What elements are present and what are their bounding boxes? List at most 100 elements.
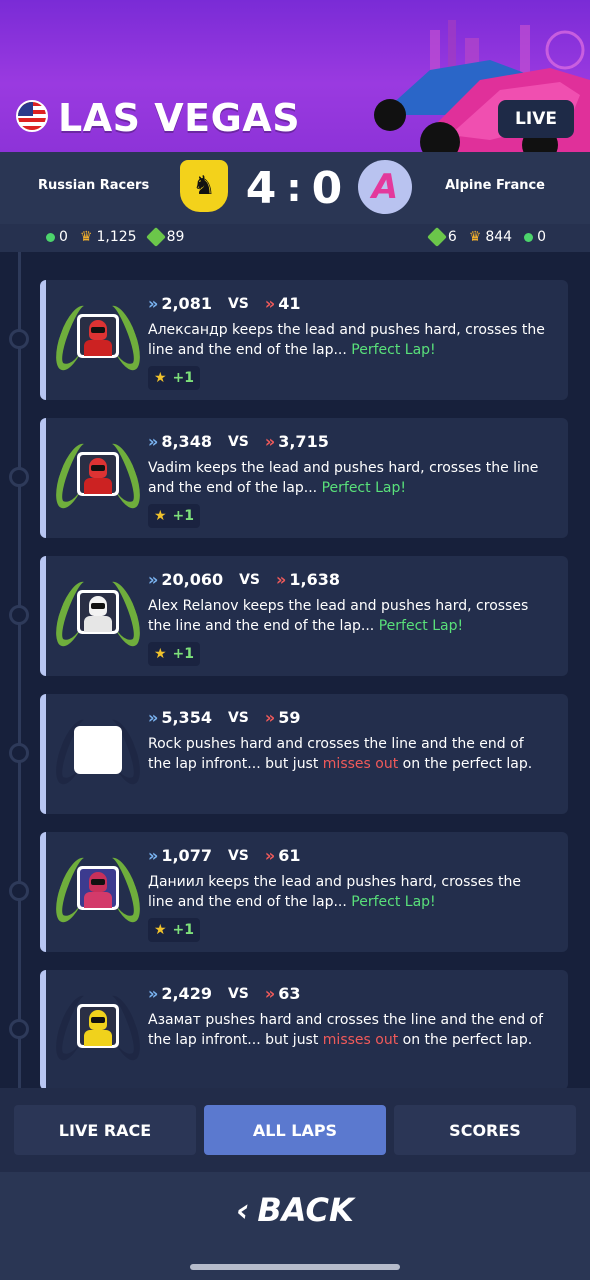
vs-label: VS [227, 985, 249, 1002]
back-label: BACK [257, 1191, 354, 1229]
double-chevron-right-icon: » [264, 846, 275, 865]
double-chevron-right-icon: » [148, 294, 158, 313]
lap-text: Alex Relanov keeps the lead and pushes h… [148, 598, 529, 634]
alpine-logo-icon: A [358, 160, 412, 214]
lap-card[interactable]: » 5,354 VS» 59 Rock pushes hard and crosses … [40, 694, 568, 814]
double-chevron-right-icon: » [148, 570, 158, 589]
laurel-badge-icon [49, 438, 147, 514]
gem-icon [145, 227, 166, 247]
double-chevron-right-icon: » [148, 846, 158, 865]
driver-avatar [77, 866, 119, 910]
away-gem-count: 6 [447, 229, 457, 245]
horse-logo-icon: ♞ [180, 160, 228, 212]
crown-icon: ♛ [468, 229, 482, 245]
away-speed: 3,715 [278, 432, 329, 451]
lap-text-tail: on the perfect lap. [398, 756, 533, 772]
away-green-count: 0 [537, 229, 546, 245]
tab-all-laps[interactable]: ALL LAPS [204, 1105, 386, 1155]
vs-label: VS [239, 571, 261, 588]
double-chevron-right-icon: » [264, 984, 275, 1003]
double-chevron-right-icon: » [264, 294, 275, 313]
laurel-badge-icon [49, 852, 147, 928]
score-separator: : [286, 166, 302, 210]
double-chevron-right-icon: » [148, 984, 158, 1003]
reward-chip: ★ +1 [148, 504, 200, 528]
away-speed: 41 [278, 294, 301, 313]
reward-chip: ★ +1 [148, 642, 200, 666]
timeline-node [9, 743, 29, 763]
vs-label: VS [227, 847, 249, 864]
home-crown-count: 1,125 [96, 229, 137, 245]
home-team-name: Russian Racers [38, 178, 150, 193]
reward-value: +1 [172, 370, 195, 386]
home-indicator[interactable] [190, 1264, 400, 1270]
back-button[interactable]: ‹ BACK [0, 1190, 590, 1230]
tab-scores[interactable]: SCORES [394, 1105, 576, 1155]
reward-value: +1 [172, 922, 195, 938]
lap-speeds: » 20,060 VS» 1,638 [148, 570, 340, 589]
star-icon: ★ [153, 646, 167, 662]
reward-chip: ★ +1 [148, 918, 200, 942]
home-speed: 2,081 [161, 294, 212, 313]
lap-speeds: » 2,081 VS» 41 [148, 294, 300, 313]
us-flag-icon [16, 100, 48, 132]
home-gem-count: 89 [166, 229, 185, 245]
lap-result: misses out [322, 756, 399, 772]
race-header: LAS VEGAS LIVE [0, 0, 590, 152]
page-title: LAS VEGAS [58, 96, 301, 140]
home-green-count: 0 [59, 229, 68, 245]
driver-avatar [77, 452, 119, 496]
lap-card[interactable]: » 2,429 VS» 63 Азамат pushes hard and crosse… [40, 970, 568, 1088]
card-accent [40, 832, 46, 952]
reward-value: +1 [172, 646, 195, 662]
live-badge: LIVE [498, 100, 574, 138]
vs-label: VS [227, 709, 249, 726]
away-crown-count: 844 [485, 229, 513, 245]
timeline-node [9, 1019, 29, 1039]
green-dot-icon [524, 232, 534, 242]
lap-description: Vadim keeps the lead and pushes hard, cr… [148, 458, 548, 498]
lap-result: Perfect Lap! [351, 342, 436, 358]
lap-card[interactable]: » 2,081 VS» 41 Александр keeps the lead and … [40, 280, 568, 400]
gem-icon [426, 227, 447, 247]
driver-avatar [77, 590, 119, 634]
timeline-node [9, 605, 29, 625]
lap-card[interactable]: » 8,348 VS» 3,715 Vadim keeps the lead and p… [40, 418, 568, 538]
home-speed: 20,060 [161, 570, 224, 589]
lap-text: Александр keeps the lead and pushes hard… [148, 322, 545, 358]
double-chevron-right-icon: » [148, 432, 158, 451]
away-speed: 63 [278, 984, 301, 1003]
home-score: 4 [245, 162, 277, 214]
bottom-tabs: LIVE RACE ALL LAPS SCORES [0, 1088, 590, 1172]
double-chevron-right-icon: » [148, 708, 158, 727]
empty-avatar [74, 726, 122, 774]
timeline-node [9, 329, 29, 349]
away-speed: 1,638 [289, 570, 340, 589]
laps-feed[interactable]: » 2,081 VS» 41 Александр keeps the lead and … [0, 252, 590, 1088]
lap-description: Даниил keeps the lead and pushes hard, c… [148, 872, 548, 912]
reward-chip: ★ +1 [148, 366, 200, 390]
reward-value: +1 [172, 508, 195, 524]
tab-live-race[interactable]: LIVE RACE [14, 1105, 196, 1155]
card-accent [40, 418, 46, 538]
home-speed: 2,429 [161, 984, 212, 1003]
lap-description: Александр keeps the lead and pushes hard… [148, 320, 548, 360]
timeline-line [18, 252, 21, 1088]
lap-card[interactable]: » 1,077 VS» 61 Даниил keeps the lead and pus… [40, 832, 568, 952]
lap-card[interactable]: » 20,060 VS» 1,638 Alex Relanov keeps the le… [40, 556, 568, 676]
away-speed: 59 [278, 708, 301, 727]
footer: ‹ BACK [0, 1172, 590, 1280]
away-stats: 6 ♛ 844 0 [426, 227, 546, 247]
lap-description: Азамат pushes hard and crosses the line … [148, 1010, 548, 1050]
away-score: 0 [311, 162, 343, 214]
home-speed: 5,354 [161, 708, 212, 727]
card-accent [40, 280, 46, 400]
scoreboard: Russian Racers ♞ 4 : 0 A Alpine France [0, 152, 590, 224]
team-stats: 0 ♛ 1,125 89 6 ♛ 844 0 [0, 224, 590, 252]
double-chevron-right-icon: » [276, 570, 286, 589]
driver-badge-icon [49, 714, 147, 790]
lap-result: Perfect Lap! [378, 618, 464, 634]
lap-speeds: » 5,354 VS» 59 [148, 708, 300, 727]
away-speed: 61 [278, 846, 301, 865]
laurel-badge-icon [49, 300, 147, 376]
